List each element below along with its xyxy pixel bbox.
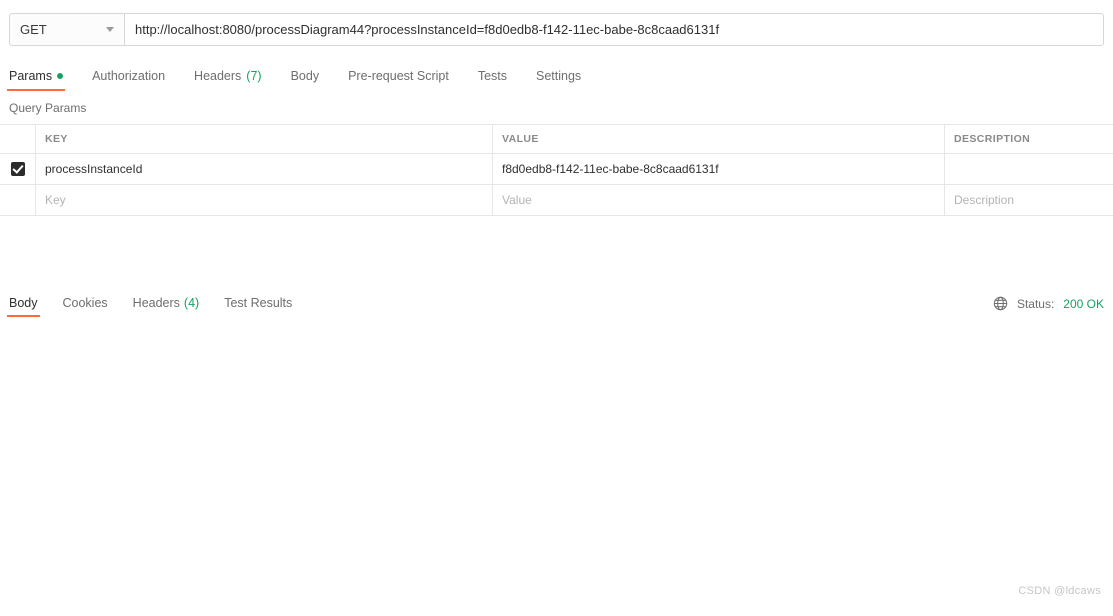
table-header-row: KEY VALUE DESCRIPTION [0,125,1113,154]
request-bar: GET http://localhost:8080/processDiagram… [0,0,1113,48]
table-row-placeholder: Key Value Description [0,185,1113,216]
response-tab-cookies[interactable]: Cookies [63,296,108,317]
row-checkbox-cell[interactable] [0,154,36,184]
row-key-text: processInstanceId [45,162,143,176]
response-tab-test-results-label: Test Results [224,296,293,310]
globe-icon[interactable] [993,296,1008,311]
response-tab-headers[interactable]: Headers (4) [133,296,200,317]
response-status-group: Status: 200 OK [993,296,1104,317]
status-badge: 200 OK [1063,296,1104,311]
watermark: CSDN @ldcaws [1018,585,1101,597]
tab-pre-request-script[interactable]: Pre-request Script [348,69,449,91]
row-description-input[interactable] [945,154,1113,184]
tab-headers-count: (7) [246,69,262,83]
row-value-input[interactable]: f8d0edb8-f142-11ec-babe-8c8caad6131f [493,154,945,184]
bpmn-svg: 拒绝 拒绝 请假 审批 同意 审批 同意 [0,317,1113,605]
response-body-diagram: 拒绝 拒绝 请假 审批 同意 审批 同意 [0,317,1113,605]
query-params-table: KEY VALUE DESCRIPTION processInstanceId … [0,124,1113,216]
tab-settings[interactable]: Settings [536,69,581,91]
tab-authorization[interactable]: Authorization [92,69,165,91]
placeholder-key-text: Key [45,193,66,207]
placeholder-checkbox-cell[interactable] [0,185,36,215]
checkbox-checked-icon[interactable] [10,162,25,176]
header-cell-checkbox [0,125,36,153]
placeholder-description-input[interactable]: Description [945,185,1113,215]
tab-tests[interactable]: Tests [478,69,507,91]
response-tab-body-label: Body [9,296,38,310]
row-key-input[interactable]: processInstanceId [36,154,493,184]
response-tab-test-results[interactable]: Test Results [224,296,292,317]
response-tab-headers-count: (4) [183,296,200,310]
http-method-value: GET [20,21,47,37]
query-params-title: Query Params [9,101,87,115]
tab-params[interactable]: Params [6,69,66,91]
tab-params-label: Params [9,69,53,83]
status-label: Status: [1016,296,1055,311]
tab-headers-label: Headers [194,69,242,83]
response-tabs: Body Cookies Headers (4) Test Results St… [0,287,1113,317]
tab-authorization-label: Authorization [92,69,166,83]
header-cell-key: KEY [36,125,493,153]
placeholder-key-input[interactable]: Key [36,185,493,215]
url-text: http://localhost:8080/processDiagram44?p… [135,21,720,37]
url-input[interactable]: http://localhost:8080/processDiagram44?p… [124,12,1104,46]
tab-settings-label: Settings [536,69,582,83]
chevron-down-icon [106,26,114,32]
header-cell-value: VALUE [493,125,945,153]
request-tabs: Params Authorization Headers (7) Body Pr… [0,58,1113,91]
tab-headers[interactable]: Headers (7) [194,69,262,91]
tab-pre-request-script-label: Pre-request Script [348,69,449,83]
placeholder-value-text: Value [502,193,532,207]
response-tab-headers-label: Headers [132,296,180,310]
http-method-select[interactable]: GET [9,12,124,46]
row-value-text: f8d0edb8-f142-11ec-babe-8c8caad6131f [502,162,719,176]
params-modified-dot-icon [57,73,64,79]
tab-tests-label: Tests [477,69,507,83]
table-row: processInstanceId f8d0edb8-f142-11ec-bab… [0,154,1113,185]
placeholder-value-input[interactable]: Value [493,185,945,215]
placeholder-description-text: Description [954,193,1015,207]
tab-body[interactable]: Body [291,69,320,91]
response-tab-cookies-label: Cookies [62,296,108,310]
header-cell-description: DESCRIPTION [954,133,1031,145]
response-tab-body[interactable]: Body [7,296,39,317]
tab-body-label: Body [290,69,320,83]
